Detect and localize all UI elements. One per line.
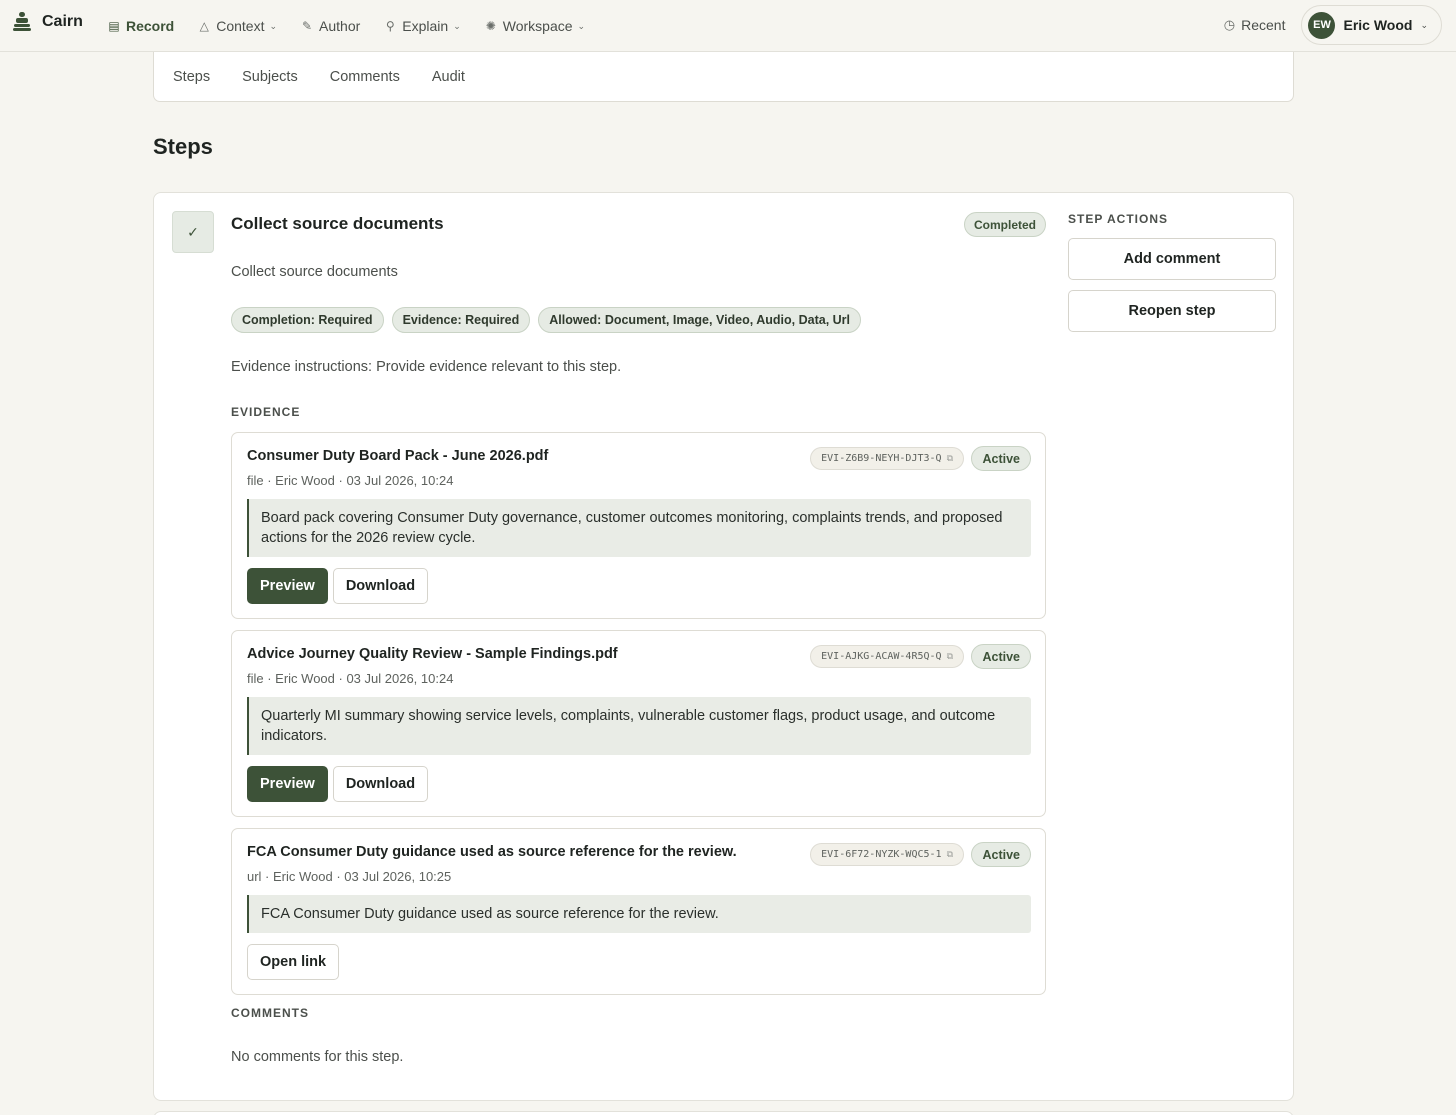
app-name: Cairn [42,13,83,30]
nav-context[interactable]: △ Context ⌄ [198,18,277,34]
reopen-step-button[interactable]: Reopen step [1068,290,1276,332]
evidence-id-text: EVI-AJKG-ACAW-4R5Q-Q [821,651,942,662]
open-link-button[interactable]: Open link [247,944,340,980]
next-step-card [153,1111,1294,1115]
download-button[interactable]: Download [332,568,429,604]
evidence-instructions: Evidence instructions: Provide evidence … [231,359,622,375]
brand[interactable]: Cairn [13,12,83,32]
evidence-card: FCA Consumer Duty guidance used as sourc… [231,828,1046,995]
evidence-card: Advice Journey Quality Review - Sample F… [231,630,1046,817]
checkmark-icon: ✓ [172,211,214,253]
gear-icon: ✺ [485,19,496,33]
step-description: Collect source documents [231,264,398,280]
user-menu[interactable]: EW Eric Wood ⌄ [1301,5,1442,45]
evidence-meta: file · Eric Wood · 03 Jul 2026, 10:24 [247,671,454,686]
evidence-card: Consumer Duty Board Pack - June 2026.pdf… [231,432,1046,619]
nav-context-label: Context [216,18,265,34]
tab-subjects[interactable]: Subjects [242,69,298,85]
top-nav-bar: Cairn ▤ Record △ Context ⌄ ✎ Author ⚲ Ex… [0,0,1456,52]
evidence-id[interactable]: EVI-AJKG-ACAW-4R5Q-Q ⧉ [810,645,964,668]
recent-button[interactable]: ◷ Recent [1224,17,1286,33]
evidence-section-label: EVIDENCE [231,405,301,419]
evidence-actions: Preview Download [247,568,433,604]
chevron-down-icon: ⌄ [1420,19,1428,30]
evidence-actions: Open link [247,944,344,980]
completion-chip: Completion: Required [231,307,384,333]
step-card: ✓ Collect source documents Completed Col… [153,192,1294,1101]
tab-audit[interactable]: Audit [432,69,465,85]
evidence-id-text: EVI-6F72-NYZK-WQC5-1 [821,849,942,860]
tab-steps[interactable]: Steps [173,69,210,85]
add-comment-button[interactable]: Add comment [1068,238,1276,280]
tab-comments[interactable]: Comments [330,69,400,85]
evidence-title: Consumer Duty Board Pack - June 2026.pdf [247,448,549,464]
evidence-id-text: EVI-Z6B9-NEYH-DJT3-Q [821,453,942,464]
nav-workspace-label: Workspace [502,18,573,34]
requirement-chips: Completion: Required Evidence: Required … [231,307,869,333]
nav-explain[interactable]: ⚲ Explain ⌄ [384,18,461,34]
cairn-stack-icon [13,12,31,32]
status-badge: Active [971,644,1031,669]
nav-author-label: Author [319,18,361,34]
step-title: Collect source documents [231,214,444,233]
nav-explain-label: Explain [402,18,449,34]
page-title: Steps [153,134,213,159]
evidence-id[interactable]: EVI-Z6B9-NEYH-DJT3-Q ⧉ [810,447,964,470]
allowed-types-chip: Allowed: Document, Image, Video, Audio, … [538,307,861,333]
evidence-meta: file · Eric Wood · 03 Jul 2026, 10:24 [247,473,454,488]
clock-icon: ◷ [1223,17,1236,32]
evidence-note: Quarterly MI summary showing service lev… [247,697,1031,755]
triangle-icon: △ [199,19,209,33]
main-nav: ▤ Record △ Context ⌄ ✎ Author ⚲ Explain … [108,0,609,52]
evidence-note: Board pack covering Consumer Duty govern… [247,499,1031,557]
search-icon: ⚲ [385,19,395,33]
status-badge: Active [971,446,1031,471]
nav-author[interactable]: ✎ Author [301,18,360,34]
evidence-id[interactable]: EVI-6F72-NYZK-WQC5-1 ⧉ [810,843,964,866]
clipboard-icon: ▤ [108,19,120,33]
user-name: Eric Wood [1343,17,1413,33]
evidence-note: FCA Consumer Duty guidance used as sourc… [247,895,1031,933]
evidence-meta: url · Eric Wood · 03 Jul 2026, 10:25 [247,869,452,884]
evidence-actions: Preview Download [247,766,433,802]
status-badge: Completed [963,212,1046,237]
recent-label: Recent [1241,17,1286,33]
avatar: EW [1308,11,1336,39]
right-nav: ◷ Recent EW Eric Wood ⌄ [1224,5,1442,45]
no-comments-text: No comments for this step. [231,1049,404,1065]
copy-icon[interactable]: ⧉ [947,454,953,464]
status-badge: Active [971,842,1031,867]
nav-record[interactable]: ▤ Record [108,18,174,34]
record-tabs: Steps Subjects Comments Audit [153,52,1294,102]
copy-icon[interactable]: ⧉ [947,850,953,860]
chevron-down-icon: ⌄ [269,20,278,31]
comments-section-label: COMMENTS [231,1006,309,1020]
evidence-chip: Evidence: Required [391,307,531,333]
preview-button[interactable]: Preview [247,568,328,604]
copy-icon[interactable]: ⧉ [947,652,953,662]
pencil-icon: ✎ [302,19,313,33]
download-button[interactable]: Download [332,766,429,802]
evidence-title: Advice Journey Quality Review - Sample F… [247,646,618,662]
evidence-title: FCA Consumer Duty guidance used as sourc… [247,844,737,860]
chevron-down-icon: ⌄ [577,20,586,31]
nav-record-label: Record [126,18,175,34]
nav-workspace[interactable]: ✺ Workspace ⌄ [485,18,585,34]
step-actions-label: STEP ACTIONS [1068,212,1169,226]
chevron-down-icon: ⌄ [453,20,461,31]
preview-button[interactable]: Preview [247,766,328,802]
